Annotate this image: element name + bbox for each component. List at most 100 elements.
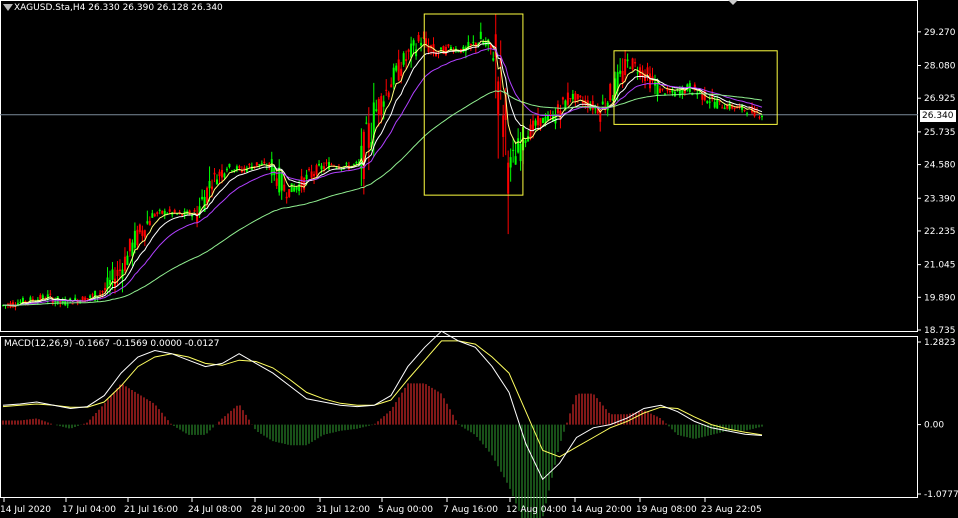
candle-body [708, 101, 711, 103]
candle-body [19, 301, 22, 303]
price-tick-label: 26.925 [924, 94, 956, 104]
candle-body [290, 183, 293, 192]
candle-body [101, 291, 104, 293]
ma-mid-line [2, 42, 763, 307]
price-tick-label: 29.270 [924, 28, 956, 38]
candle-body [283, 184, 286, 191]
candle-body [143, 230, 146, 238]
candle-body [502, 115, 505, 137]
candle-body [636, 72, 639, 74]
candle-body [295, 186, 298, 190]
candle-body [402, 53, 405, 65]
symbol-header: XAGUSD.Sta,H4 26.330 26.390 26.128 26.34… [14, 3, 223, 13]
candle-body [288, 189, 291, 197]
trading-chart[interactable]: 29.270 28.080 26.925 25.735 24.580 23.390 22.2… [0, 0, 958, 518]
candle-body [41, 295, 44, 299]
candle-body [723, 107, 726, 110]
candle-body [111, 269, 114, 280]
candle-body [258, 164, 261, 166]
macd-tick-label: 1.2823 [924, 338, 956, 348]
candle-body [320, 165, 323, 170]
candle-body [382, 101, 385, 107]
candle-body [706, 101, 709, 103]
candle-body [255, 162, 258, 166]
time-tick-label: 5 Aug 00:00 [378, 505, 433, 515]
time-axis[interactable]: 14 Jul 2020 17 Jul 04:00 21 Jul 16:00 24 Ju… [0, 498, 762, 515]
candle-body [569, 98, 572, 100]
symbol-label: XAGUSD.Sta,H4 [14, 3, 86, 13]
candle-body [556, 104, 559, 114]
candle-body [524, 140, 527, 143]
candle-body [417, 35, 420, 42]
candle-body [330, 164, 333, 166]
chart-shift-marker-icon[interactable] [728, 0, 738, 5]
candle-body [721, 107, 724, 109]
time-tick-label: 17 Jul 04:00 [62, 505, 116, 515]
candle-body [492, 58, 495, 61]
candle-body [758, 117, 761, 119]
candle-body [300, 176, 303, 188]
candle-body [91, 294, 94, 296]
candle-body [206, 187, 209, 204]
candle-body [387, 92, 390, 98]
candle-body [230, 170, 233, 172]
price-tick-label: 22.235 [924, 227, 956, 237]
candle-body [507, 162, 510, 194]
candle-body [148, 220, 151, 226]
candle-body [517, 138, 520, 153]
candle-body [153, 214, 156, 217]
candle-body [228, 163, 231, 168]
time-tick-label: 31 Jul 12:00 [316, 505, 370, 515]
time-tick-label: 14 Jul 2020 [0, 505, 51, 515]
candle-body [208, 181, 211, 189]
candle-body [99, 293, 102, 295]
candle-body [86, 298, 89, 300]
candle-body [509, 157, 512, 168]
candle-body [574, 93, 577, 102]
candle-body [89, 295, 92, 298]
candle-body [741, 105, 744, 110]
candle-body [512, 149, 515, 152]
candle-body [310, 171, 313, 178]
candle-body [355, 162, 358, 164]
candle-body [126, 255, 129, 265]
candle-body [412, 40, 415, 46]
ma-fast-line [2, 40, 763, 307]
candle-body [161, 210, 164, 214]
candle-body [211, 186, 214, 190]
ohlc-values: 26.330 26.390 26.128 26.340 [88, 3, 223, 13]
candle-body [243, 167, 246, 170]
candle-body [285, 196, 288, 199]
candle-body [66, 304, 69, 306]
candle-body [158, 210, 161, 212]
candle-body [273, 167, 276, 176]
candle-body [293, 187, 296, 192]
candle-body [728, 103, 731, 109]
candle-body [216, 179, 219, 185]
candle-body [123, 256, 126, 271]
price-axis[interactable]: 29.270 28.080 26.925 25.735 24.580 23.390 22.2… [917, 28, 956, 336]
candle-body [425, 38, 428, 45]
candle-body [39, 294, 42, 300]
candle-body [168, 209, 171, 212]
candle-body [646, 67, 649, 75]
chart-menu-icon[interactable] [3, 4, 13, 11]
macd-tick-label: 0.00 [924, 421, 944, 431]
candle-body [365, 122, 368, 124]
candle-body [661, 88, 664, 90]
time-tick-label: 19 Aug 08:00 [636, 505, 697, 515]
candle-body [532, 120, 535, 131]
time-tick-label: 7 Aug 16:00 [443, 505, 498, 515]
candle-body [218, 171, 221, 177]
macd-pane[interactable] [2, 330, 763, 518]
candle-body [716, 99, 719, 109]
macd-axis[interactable]: 1.2823 0.00 -1.0777 [917, 338, 958, 500]
candle-body [118, 269, 121, 271]
candle-body [634, 62, 637, 64]
candle-body [146, 221, 149, 224]
candle-body [367, 123, 370, 148]
candle-body [116, 269, 119, 276]
candle-body [405, 59, 408, 62]
candle-body [534, 120, 537, 126]
price-pane[interactable] [0, 13, 918, 311]
